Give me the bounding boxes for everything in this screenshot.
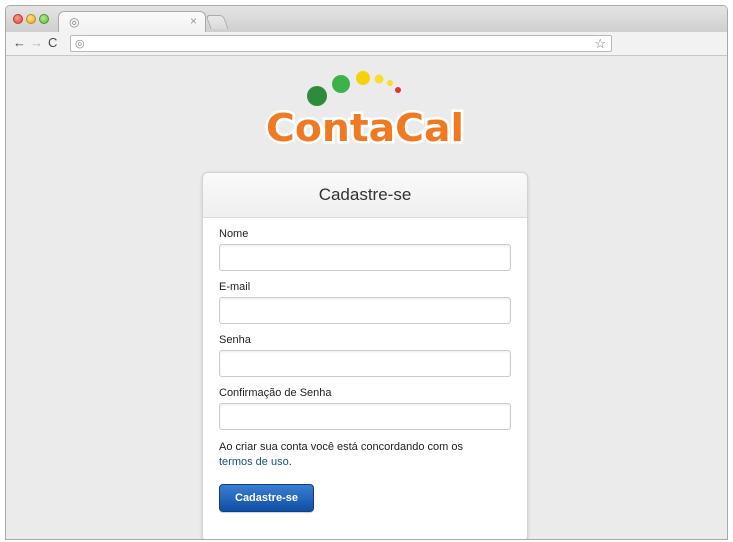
logo-dot-yellow-tiny <box>387 80 393 86</box>
browser-toolbar: ← → C ◎ ☆ <box>6 32 727 56</box>
zoom-window-button[interactable] <box>39 14 49 24</box>
reload-icon[interactable]: C <box>48 36 57 50</box>
password-field-group: Senha <box>219 334 511 377</box>
signup-card: Cadastre-se Nome E-mail Senha Confirmaçã… <box>202 172 528 539</box>
password-label: Senha <box>219 334 251 346</box>
browser-tab[interactable]: ◎ × <box>58 11 206 32</box>
password-confirm-label: Confirmação de Senha <box>219 387 332 399</box>
terms-notice: Ao criar sua conta você está concordando… <box>219 440 514 470</box>
forward-icon[interactable]: → <box>30 36 43 50</box>
address-bar[interactable]: ◎ ☆ <box>70 35 612 52</box>
logo-dot-yellow-small <box>374 74 384 84</box>
page-content: ContaCal Cadastre-se Nome E-mail Senha C… <box>6 56 727 539</box>
terms-period: . <box>288 456 292 468</box>
new-tab-button[interactable] <box>205 15 229 29</box>
password-input[interactable] <box>219 350 511 377</box>
close-window-button[interactable] <box>13 14 23 24</box>
card-title: Cadastre-se <box>203 173 527 218</box>
signup-button[interactable]: Cadastre-se <box>219 484 314 512</box>
logo-dot-red <box>395 87 401 93</box>
password-confirm-field-group: Confirmação de Senha <box>219 387 511 430</box>
logo-dot-yellow <box>356 71 370 85</box>
logo-text: ContaCal <box>266 106 464 148</box>
terms-text: Ao criar sua conta você está concordando… <box>219 441 463 453</box>
name-field-group: Nome <box>219 228 511 271</box>
minimize-window-button[interactable] <box>26 14 36 24</box>
password-confirm-input[interactable] <box>219 403 511 430</box>
tab-close-icon[interactable]: × <box>190 14 197 28</box>
email-input[interactable] <box>219 297 511 324</box>
back-icon[interactable]: ← <box>13 36 26 50</box>
email-field-group: E-mail <box>219 281 511 324</box>
globe-icon: ◎ <box>69 15 80 29</box>
logo-dot-green <box>332 75 350 93</box>
browser-window: ◎ × ← → C ◎ ☆ ContaCal Cadastre-se Nome <box>5 5 728 540</box>
name-input[interactable] <box>219 244 511 271</box>
globe-icon: ◎ <box>75 38 85 50</box>
name-label: Nome <box>219 228 249 240</box>
email-label: E-mail <box>219 281 251 293</box>
terms-link[interactable]: termos de uso <box>219 456 289 468</box>
logo-dot-dark-green <box>307 86 327 106</box>
tab-bar: ◎ × <box>6 6 727 32</box>
bookmark-star-icon[interactable]: ☆ <box>594 36 606 51</box>
contacal-logo: ContaCal <box>264 71 467 148</box>
